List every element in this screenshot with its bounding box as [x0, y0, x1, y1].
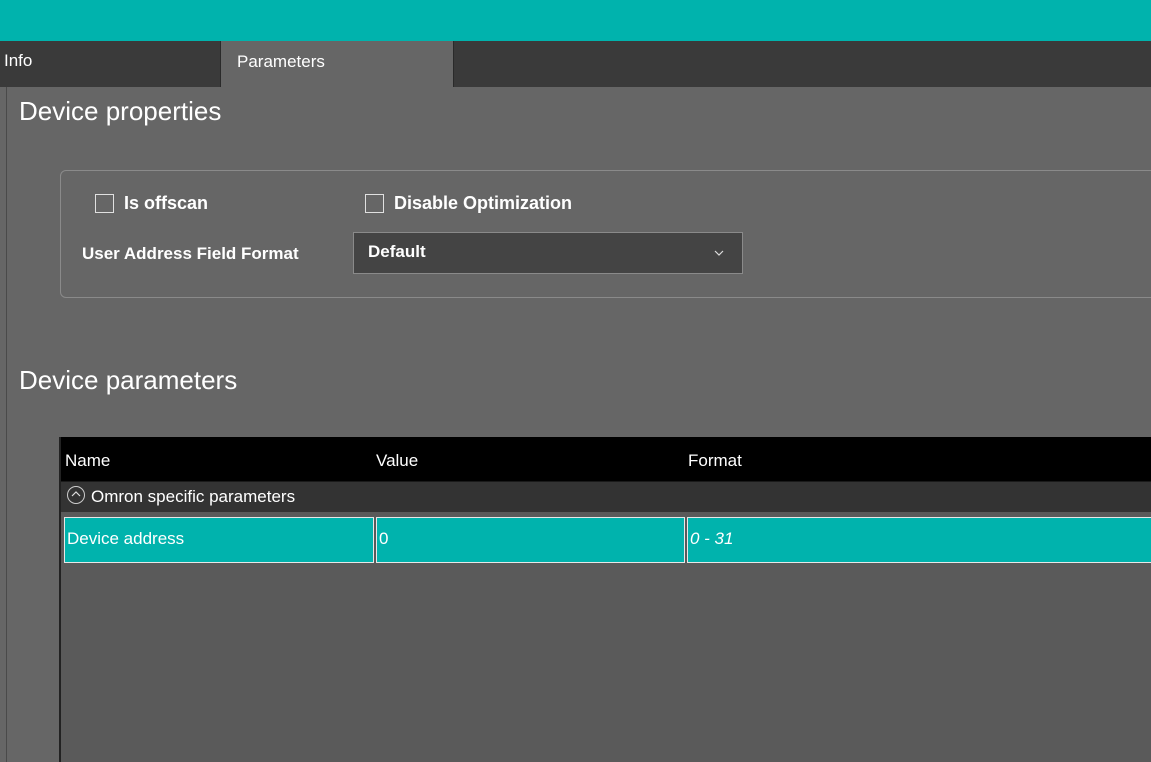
column-header-name[interactable]: Name: [65, 451, 110, 471]
is-offscan-checkbox-row[interactable]: Is offscan: [95, 193, 208, 214]
column-header-format[interactable]: Format: [688, 451, 742, 471]
group-row-omron[interactable]: Omron specific parameters: [61, 481, 1151, 512]
tab-parameters[interactable]: Parameters: [220, 41, 454, 87]
disable-optimization-checkbox-row[interactable]: Disable Optimization: [365, 193, 572, 214]
user-address-format-select[interactable]: Default: [353, 232, 743, 274]
panel-divider: [6, 87, 7, 762]
is-offscan-checkbox[interactable]: [95, 194, 114, 213]
group-label: Omron specific parameters: [91, 487, 296, 506]
device-parameters-title: Device parameters: [19, 365, 238, 395]
disable-optimization-label: Disable Optimization: [394, 193, 573, 213]
cell-device-address-value[interactable]: 0: [376, 517, 685, 563]
grid-header: Name Value Format: [61, 437, 1151, 481]
is-offscan-label: Is offscan: [124, 193, 209, 213]
user-address-format-value: Default: [368, 242, 426, 261]
disable-optimization-checkbox[interactable]: [365, 194, 384, 213]
collapse-circle-icon[interactable]: [67, 486, 85, 504]
cell-device-address-name[interactable]: Device address: [64, 517, 374, 563]
title-bar: [0, 0, 1151, 41]
user-address-format-label: User Address Field Format: [82, 244, 299, 263]
parameters-grid: Name Value Format Omron specific paramet…: [59, 437, 1151, 762]
device-properties-title: Device properties: [19, 96, 222, 126]
tab-strip: Info Parameters: [0, 41, 1151, 87]
tab-info[interactable]: Info: [0, 41, 220, 87]
cell-device-address-format[interactable]: 0 - 31: [687, 517, 1151, 563]
column-header-value[interactable]: Value: [376, 451, 418, 471]
chevron-down-icon: [714, 243, 724, 259]
